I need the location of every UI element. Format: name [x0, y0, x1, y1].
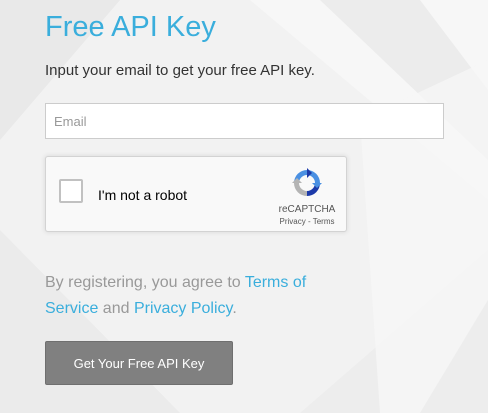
- recaptcha-terms-link[interactable]: Terms: [313, 217, 335, 226]
- get-api-key-button[interactable]: Get Your Free API Key: [45, 341, 233, 385]
- recaptcha-widget: I'm not a robot reCAPTCHA Privacy - Term…: [45, 156, 347, 232]
- recaptcha-links: Privacy - Terms: [261, 217, 353, 226]
- captcha-checkbox[interactable]: [59, 179, 83, 203]
- email-input[interactable]: [45, 103, 444, 139]
- privacy-policy-link[interactable]: Privacy Policy: [134, 300, 232, 317]
- legal-prefix: By registering, you agree to: [45, 274, 245, 291]
- recaptcha-privacy-link[interactable]: Privacy: [280, 217, 306, 226]
- legal-suffix: .: [232, 300, 237, 317]
- recaptcha-logo-icon: [292, 168, 322, 196]
- legal-conjunction: and: [98, 300, 134, 317]
- page-title: Free API Key: [45, 11, 216, 43]
- api-key-form-panel: Free API Key Input your email to get you…: [0, 0, 488, 413]
- legal-notice: By registering, you agree to Terms of Se…: [45, 270, 345, 322]
- recaptcha-brand: reCAPTCHA: [278, 204, 336, 215]
- page-subtitle: Input your email to get your free API ke…: [45, 62, 315, 79]
- recaptcha-link-separator: -: [305, 217, 313, 226]
- captcha-label: I'm not a robot: [98, 187, 188, 203]
